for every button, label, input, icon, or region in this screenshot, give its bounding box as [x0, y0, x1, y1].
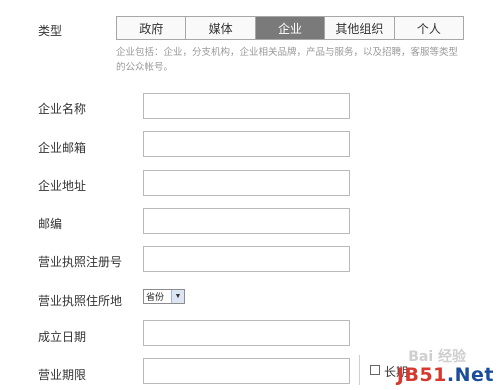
- jb51-watermark-logo: JB51.Net: [397, 364, 494, 386]
- founded-date-input[interactable]: [143, 320, 350, 346]
- enterprise-address-input[interactable]: [143, 170, 350, 196]
- watermark-brand: JB51: [396, 364, 447, 386]
- enterprise-name-label: 企业名称: [38, 102, 87, 116]
- divider: [359, 355, 360, 385]
- license-location-label: 营业执照住所地: [38, 294, 123, 308]
- license-number-input[interactable]: [143, 246, 350, 272]
- watermark-suffix: .Net: [446, 364, 494, 386]
- chevron-down-icon: ▼: [171, 290, 184, 303]
- license-number-label: 营业执照注册号: [38, 255, 123, 269]
- business-term-label: 营业期限: [38, 368, 87, 382]
- tab-other-organization[interactable]: 其他组织: [325, 17, 395, 39]
- enterprise-name-input[interactable]: [143, 93, 350, 119]
- baidu-watermark: Bai 经验: [408, 349, 466, 365]
- enterprise-address-label: 企业地址: [38, 179, 87, 193]
- type-hint-text: 企业包括：企业，分支机构，企业相关品牌，产品与服务，以及招聘，客服等类型的公众帐…: [116, 47, 459, 73]
- postcode-input[interactable]: [143, 208, 350, 234]
- province-select-value: 省份: [146, 292, 165, 302]
- enterprise-email-label: 企业邮箱: [38, 141, 87, 155]
- tab-individual[interactable]: 个人: [395, 17, 463, 39]
- founded-date-label: 成立日期: [38, 330, 87, 344]
- tab-media[interactable]: 媒体: [186, 17, 256, 39]
- type-tab-group: 政府 媒体 企业 其他组织 个人: [116, 16, 464, 40]
- business-term-input[interactable]: [143, 358, 350, 384]
- enterprise-email-input[interactable]: [143, 131, 350, 157]
- tab-government[interactable]: 政府: [117, 17, 187, 39]
- province-select[interactable]: 省份 ▼: [143, 289, 185, 304]
- postcode-label: 邮编: [38, 217, 63, 231]
- long-term-checkbox[interactable]: [370, 365, 380, 375]
- type-label: 类型: [38, 24, 63, 38]
- tab-enterprise[interactable]: 企业: [255, 17, 326, 39]
